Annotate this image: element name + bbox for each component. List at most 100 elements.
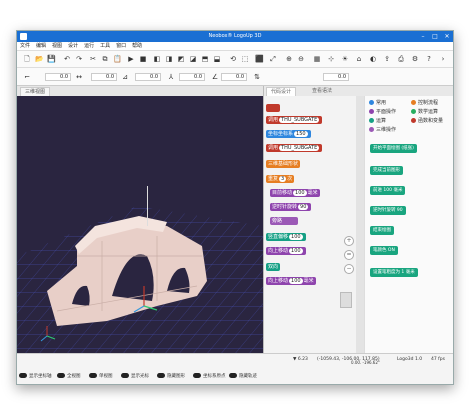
perspective-icon[interactable]: ⬚ (241, 55, 249, 63)
cube-front-icon[interactable]: ◧ (153, 55, 161, 63)
window-title: Neobox® LogoUp 3D (208, 33, 262, 39)
view-cube-icon[interactable]: ⬛ (255, 55, 264, 63)
workspace-scrollbar[interactable] (356, 96, 364, 353)
zoom-out-icon[interactable]: ⊖ (297, 55, 305, 63)
play-icon[interactable]: ▶ (127, 55, 135, 63)
camera-icon[interactable]: ⌂ (355, 55, 363, 63)
new-file-icon[interactable]: 🗋 (23, 55, 31, 63)
maximize-icon[interactable]: □ (429, 31, 441, 42)
minimize-icon[interactable]: – (417, 31, 429, 42)
palette-block-start[interactable]: 开始平面绘图 (纸张) (370, 144, 417, 153)
cube-back-icon[interactable]: ◨ (165, 55, 173, 63)
block-bypass[interactable]: 旁路 (270, 217, 298, 225)
menu-help[interactable]: 帮助 (129, 42, 145, 51)
material-icon[interactable]: ◐ (369, 55, 377, 63)
category-math[interactable]: 数学运算 (411, 109, 438, 116)
help-icon[interactable]: ? (425, 55, 433, 63)
category-control[interactable]: 控制流程 (411, 100, 438, 107)
palette-block-end[interactable]: 结束绘图 (370, 226, 394, 235)
z-field[interactable]: 0.0 (135, 73, 161, 81)
undo-icon[interactable]: ↶ (63, 55, 71, 63)
block-call-2[interactable]: 调用 THU_SUBGATE (266, 144, 323, 152)
cube-right-icon[interactable]: ◪ (189, 55, 197, 63)
ruler-icon: ⊿ (122, 73, 128, 81)
block-coord-1[interactable]: 坐标坐标系 150 (266, 130, 311, 138)
category-common[interactable]: 常用 (369, 100, 386, 107)
toggle-full-view[interactable]: 全视图 (57, 373, 81, 380)
paste-icon[interactable]: 📋 (113, 55, 122, 63)
category-functions[interactable]: 函数和变量 (411, 118, 443, 125)
block-palette: 常用 控制流程 平面操作 数学运算 运算 函数和变量 三维操作 (364, 96, 453, 353)
menu-edit[interactable]: 编辑 (33, 42, 49, 51)
toggle-hide-shape[interactable]: 隐藏图形 (157, 373, 185, 380)
menu-view[interactable]: 视图 (49, 42, 65, 51)
block-both[interactable]: 双向 (266, 263, 281, 271)
scene-canvas (17, 186, 263, 353)
zoom-out-icon[interactable]: − (344, 264, 354, 274)
print-icon[interactable]: ⎙ (397, 55, 405, 63)
block-workspace[interactable]: 调用 THU_SUBGATE 坐标坐标系 150 调用 THU_SUBGATE 三维基… (264, 96, 356, 353)
menu-window[interactable]: 窗口 (113, 42, 129, 51)
menu-design[interactable]: 设计 (65, 42, 81, 51)
3d-viewport[interactable] (17, 96, 263, 353)
cube-top-icon[interactable]: ⬒ (201, 55, 209, 63)
palette-block-forward[interactable]: 前进 100 毫米 (370, 186, 406, 195)
code-tabs: 代码设计 查看语法 (264, 86, 453, 98)
status-bar: ▼ 6.23 (-1059.43, -106.00, 117.85) 0.00,… (17, 353, 453, 365)
grid-icon[interactable]: ▦ (313, 55, 321, 63)
palette-block-pen[interactable]: 笔颜色 ON (370, 246, 398, 255)
zoom-reset-icon[interactable]: = (344, 250, 354, 260)
palette-block-finish[interactable]: 完成当前图形 (370, 166, 403, 175)
rx-field[interactable]: 0.0 (179, 73, 205, 81)
category-plane[interactable]: 平面操作 (369, 109, 396, 116)
block-stub[interactable] (266, 104, 280, 112)
redo-icon[interactable]: ↷ (75, 55, 83, 63)
open-folder-icon[interactable]: 📂 (35, 55, 44, 63)
menu-tools[interactable]: 工具 (97, 42, 113, 51)
palette-block-rotate[interactable]: 逆时针旋转 90 (370, 206, 406, 215)
x-field[interactable]: 0.0 (45, 73, 71, 81)
light-icon[interactable]: ☀ (341, 55, 349, 63)
palette-block-pen-width[interactable]: 设置笔粗度为 1 毫米 (370, 268, 418, 277)
block-rotate[interactable]: 逆时针旋转 90 (270, 203, 312, 211)
ry-field[interactable]: 0.0 (221, 73, 247, 81)
rz-field[interactable]: 0.0 (323, 73, 349, 81)
close-icon[interactable]: ✕ (441, 31, 453, 42)
zoom-in-icon[interactable]: + (344, 236, 354, 246)
toggle-axes[interactable]: 显示坐标轴 (19, 373, 52, 380)
block-offset[interactable]: 竖直偏移 100 (266, 233, 306, 241)
block-call-1[interactable]: 调用 THU_SUBGATE (266, 116, 323, 124)
menu-file[interactable]: 文件 (17, 42, 33, 51)
cut-icon[interactable]: ✂ (89, 55, 97, 63)
block-move[interactable]: 目前移动 100 毫米 (270, 189, 320, 197)
title-bar: Neobox® LogoUp 3D – □ ✕ (17, 31, 453, 42)
cube-left-icon[interactable]: ◩ (177, 55, 185, 63)
cube-bottom-icon[interactable]: ⬓ (213, 55, 221, 63)
category-ops[interactable]: 运算 (369, 118, 386, 125)
export-icon[interactable]: ⇪ (383, 55, 391, 63)
zoom-in-icon[interactable]: ⊕ (285, 55, 293, 63)
copy-icon[interactable]: ⧉ (101, 55, 109, 63)
block-up-1[interactable]: 向上移动 100 (266, 247, 306, 255)
chevron-right-icon[interactable]: › (439, 55, 447, 63)
toggle-origin[interactable]: 坐标系原点 (193, 373, 226, 380)
corner-icon[interactable]: ⌐ (23, 73, 31, 81)
tab-syntax[interactable]: 查看语法 (308, 87, 336, 96)
toggle-hide-trace[interactable]: 隐藏轨迹 (229, 373, 257, 380)
toggle-cursor[interactable]: 显示光标 (121, 373, 149, 380)
settings-icon[interactable]: ⚙ (411, 55, 419, 63)
trash-icon[interactable] (340, 292, 352, 308)
menu-run[interactable]: 运行 (81, 42, 97, 51)
save-icon[interactable]: 💾 (47, 55, 56, 63)
axis-icon[interactable]: ⊹ (327, 55, 335, 63)
fit-view-icon[interactable]: ⤢ (269, 55, 277, 63)
y-field[interactable]: 0.0 (91, 73, 117, 81)
block-repeat[interactable]: 重复 3 次 (266, 175, 295, 183)
axis3-icon: ⅄ (168, 73, 174, 81)
rotate-icon[interactable]: ⟲ (229, 55, 237, 63)
stop-icon[interactable]: ■ (139, 55, 147, 63)
block-shape[interactable]: 三维基础形状 (266, 160, 301, 168)
block-up-2[interactable]: 向上移动 100 毫米 (266, 277, 316, 285)
toggle-single-view[interactable]: 单视图 (89, 373, 113, 380)
category-3d[interactable]: 三维操作 (369, 127, 396, 134)
